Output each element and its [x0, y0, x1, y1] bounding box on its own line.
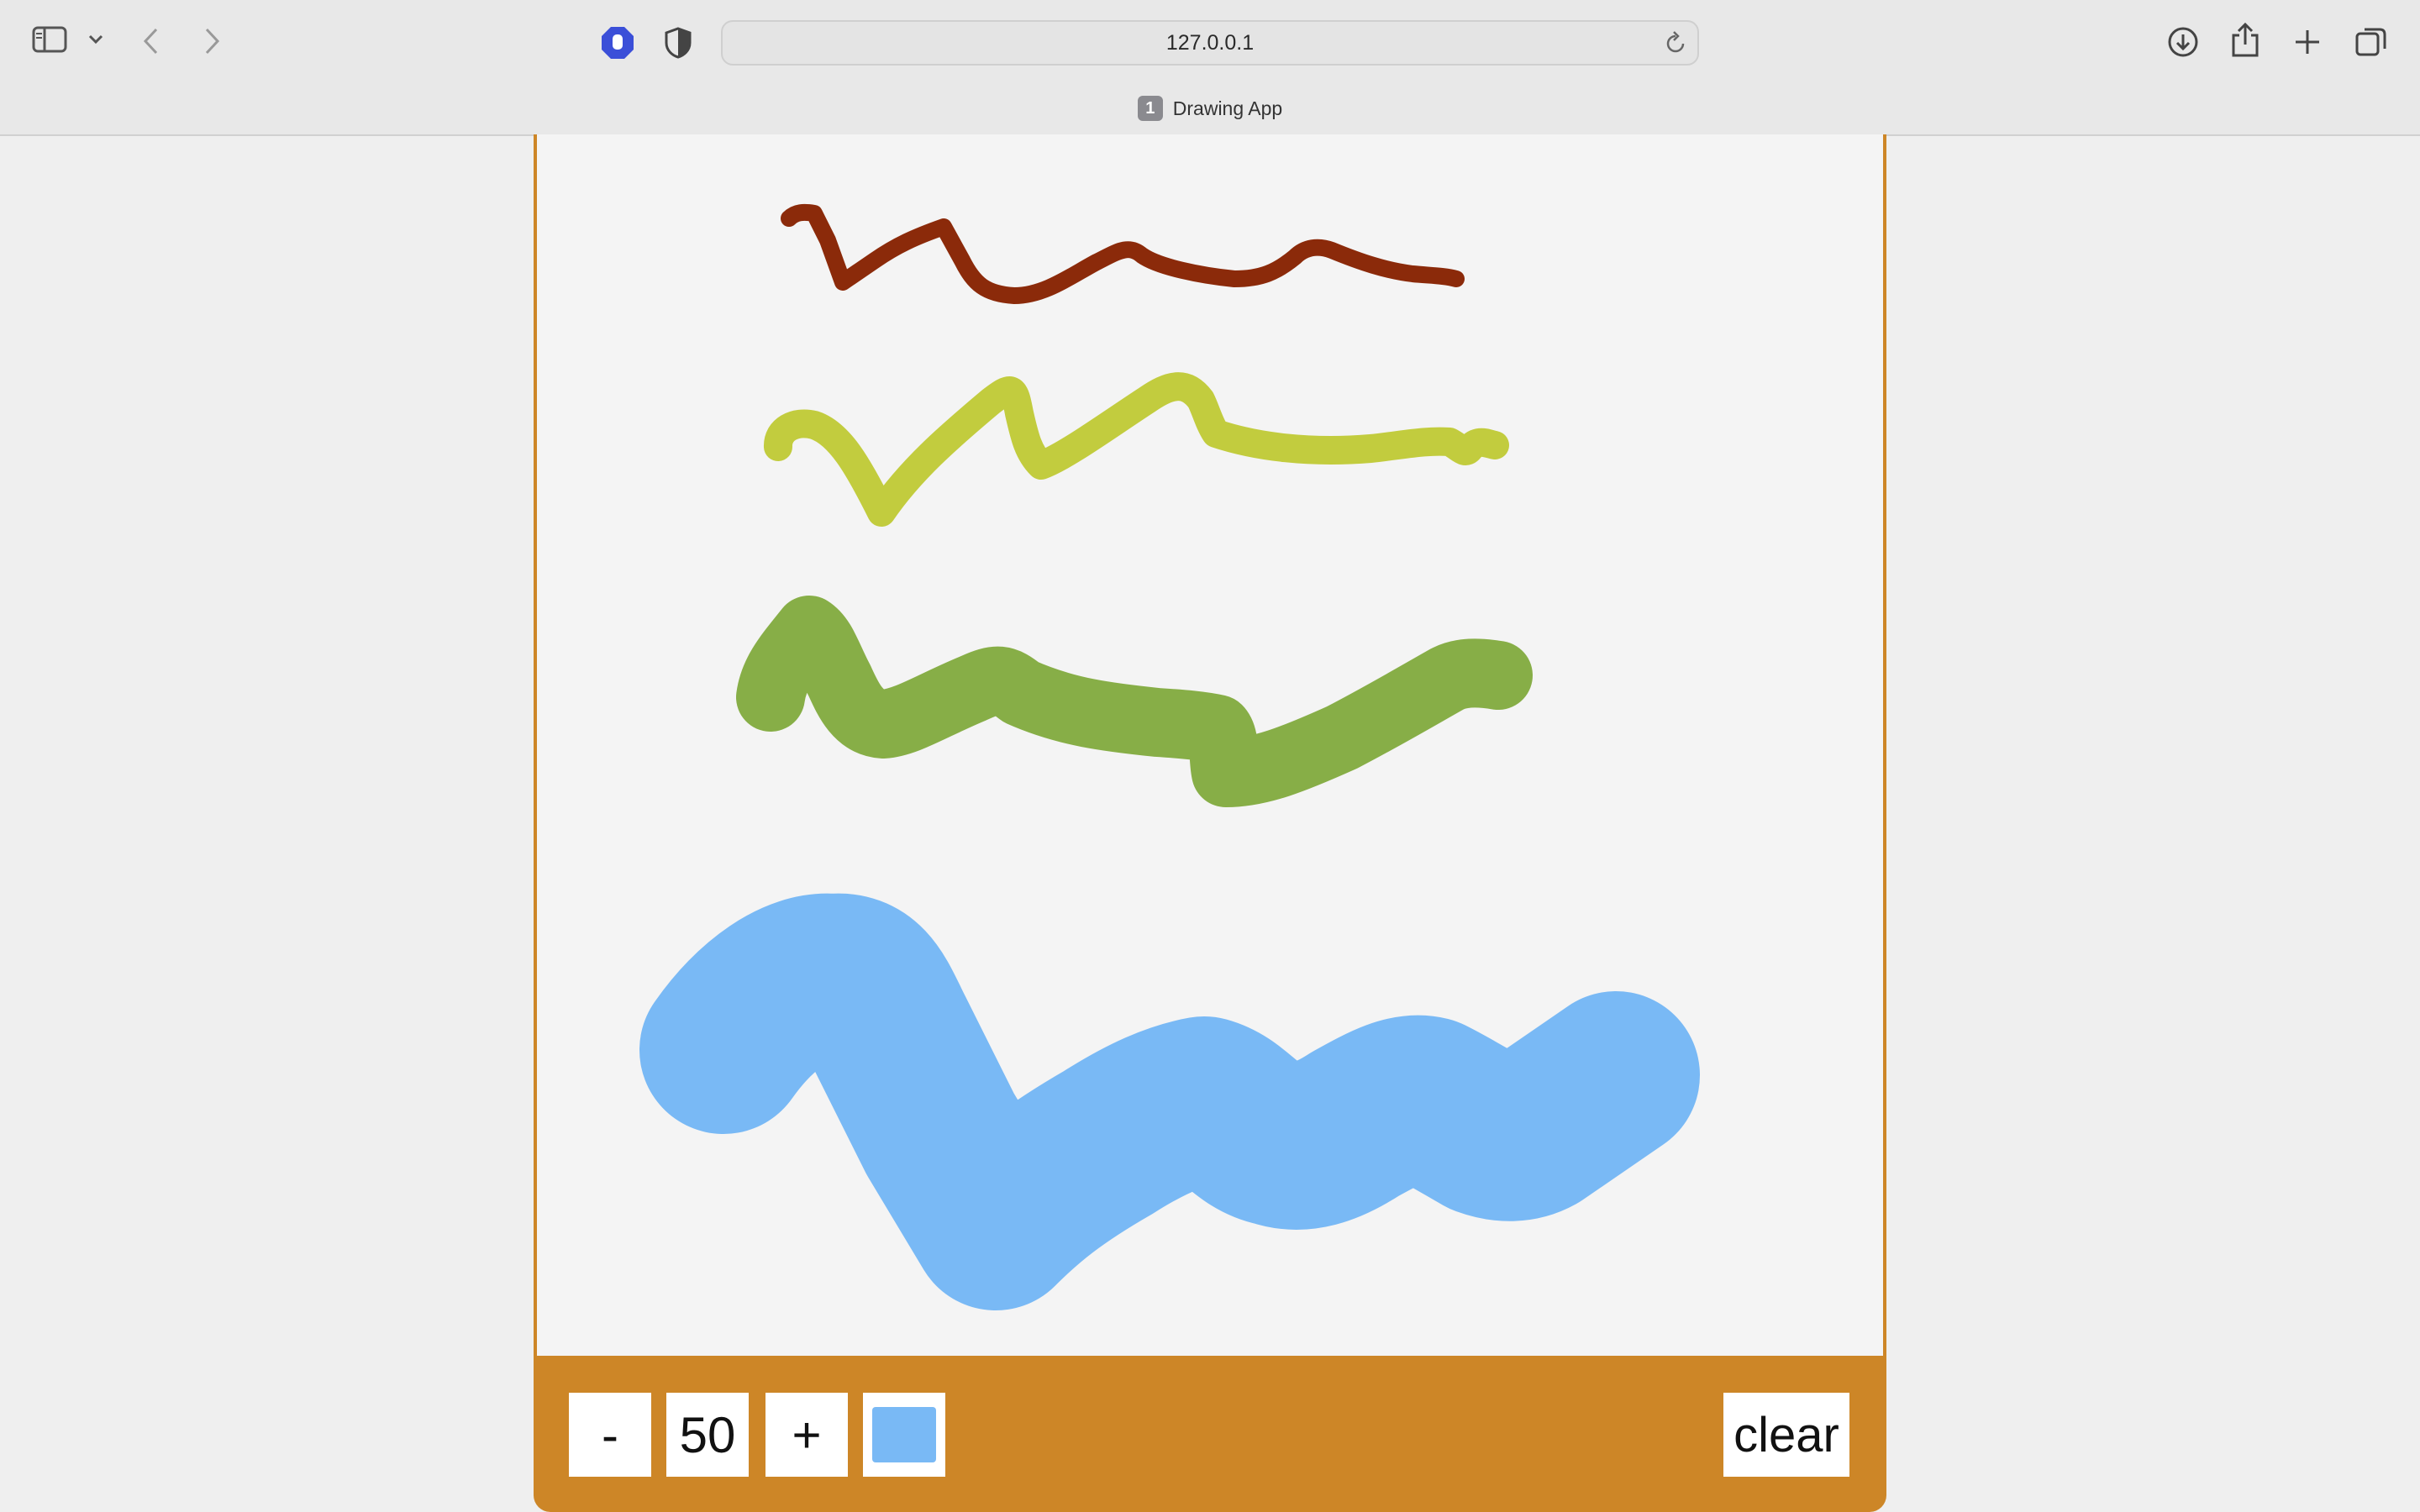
share-icon[interactable] [2230, 22, 2260, 59]
chevron-down-icon[interactable] [87, 34, 104, 45]
address-bar[interactable]: 127.0.0.1 [721, 20, 1699, 66]
forward-icon[interactable] [202, 27, 222, 55]
stroke-dark-red [781, 203, 1465, 304]
tab-title: Drawing App [1172, 97, 1283, 119]
drawing-app: - 50 + clear [534, 134, 1886, 1512]
back-icon[interactable] [141, 27, 161, 55]
selected-color-swatch [872, 1407, 936, 1462]
decrease-size-button[interactable]: - [569, 1393, 651, 1477]
tab-drawing-app[interactable]: 1 Drawing App [0, 96, 2420, 121]
tab-number-badge: 1 [1137, 96, 1163, 121]
sidebar-toggle-icon[interactable] [32, 25, 67, 54]
canvas-strokes [639, 203, 1700, 1310]
brush-size-display: 50 [666, 1393, 749, 1477]
clear-button[interactable]: clear [1723, 1393, 1849, 1477]
download-icon[interactable] [2166, 25, 2200, 59]
address-text: 127.0.0.1 [1165, 30, 1255, 55]
new-tab-icon[interactable] [2292, 27, 2323, 57]
color-picker[interactable] [863, 1393, 945, 1477]
drawing-canvas[interactable] [534, 134, 1886, 1356]
browser-toolbar: 127.0.0.1 1 Drawing App [0, 0, 2420, 136]
tab-overview-icon[interactable] [2354, 25, 2388, 59]
hand-shield-icon[interactable] [600, 25, 635, 60]
increase-size-button[interactable]: + [765, 1393, 848, 1477]
reload-icon[interactable] [1664, 30, 1687, 60]
privacy-shield-icon[interactable] [664, 27, 692, 59]
drawing-toolbar: - 50 + clear [534, 1356, 1886, 1512]
stroke-yellow-green [764, 372, 1509, 527]
stroke-olive-green [736, 596, 1533, 807]
stroke-light-blue [639, 893, 1700, 1310]
